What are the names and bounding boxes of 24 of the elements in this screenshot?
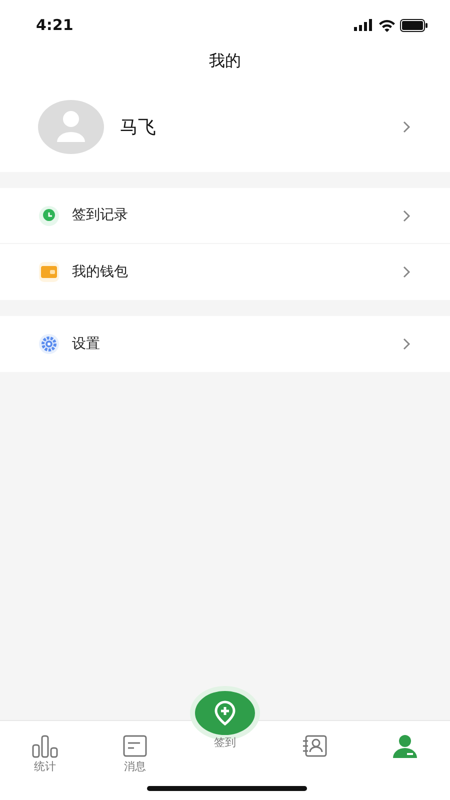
menu-item[interactable]: 签到记录 [0, 188, 450, 244]
person-icon [390, 733, 420, 759]
contact-card-icon [300, 733, 330, 759]
chevron-icon [402, 265, 412, 279]
profile-row[interactable]: 马飞 [0, 82, 450, 172]
user-name: 马飞 [120, 116, 156, 140]
tab[interactable]: 统计 [0, 721, 90, 800]
chevron-icon [402, 208, 412, 222]
signal-icon [354, 19, 374, 31]
menu-item[interactable]: 设置 [0, 316, 450, 372]
chevron-icon [402, 337, 412, 351]
wallet-icon [38, 261, 60, 283]
battery-icon [400, 18, 428, 32]
tab[interactable]: 消息 [90, 721, 180, 800]
chevron-icon [402, 120, 412, 134]
page-title: 我的 [209, 50, 241, 72]
chart-icon [30, 733, 60, 759]
menu-item[interactable]: 我的钱包 [0, 244, 450, 300]
wifi-icon [378, 18, 396, 32]
clock-icon [38, 204, 60, 226]
tab[interactable]: 签到 [180, 685, 270, 800]
gear-icon [38, 333, 60, 355]
status-time: 4:21 [36, 14, 74, 36]
avatar-icon [38, 100, 104, 154]
